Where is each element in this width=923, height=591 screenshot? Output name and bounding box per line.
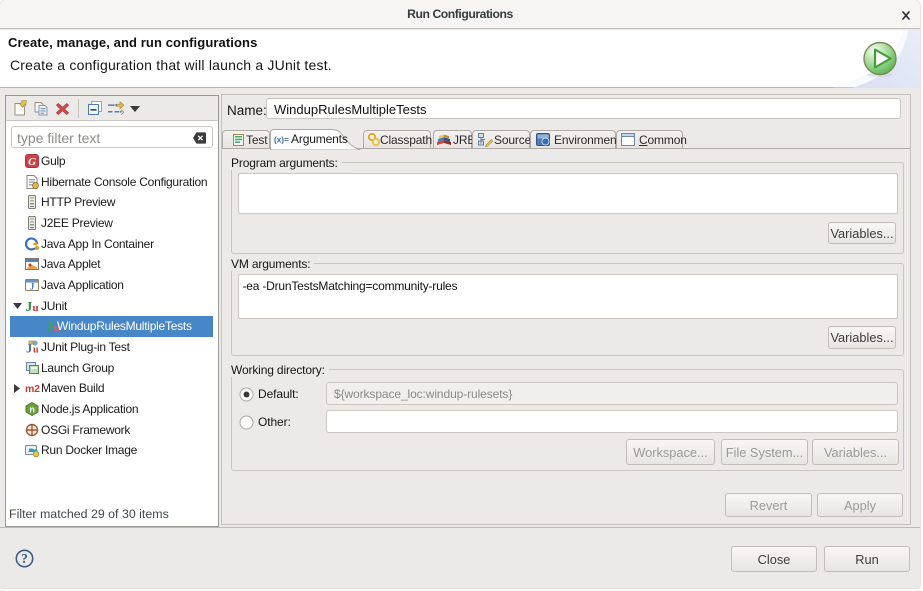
svg-text:m2: m2 bbox=[25, 383, 40, 395]
svg-text:G: G bbox=[28, 156, 36, 168]
svg-text:u: u bbox=[33, 302, 39, 314]
svg-text:J: J bbox=[26, 299, 33, 314]
svg-text:J: J bbox=[47, 319, 54, 334]
svg-text:n: n bbox=[29, 404, 34, 414]
svg-text:(x)=: (x)= bbox=[274, 135, 289, 144]
svg-text:?: ? bbox=[21, 551, 28, 566]
svg-text:u: u bbox=[33, 344, 39, 355]
